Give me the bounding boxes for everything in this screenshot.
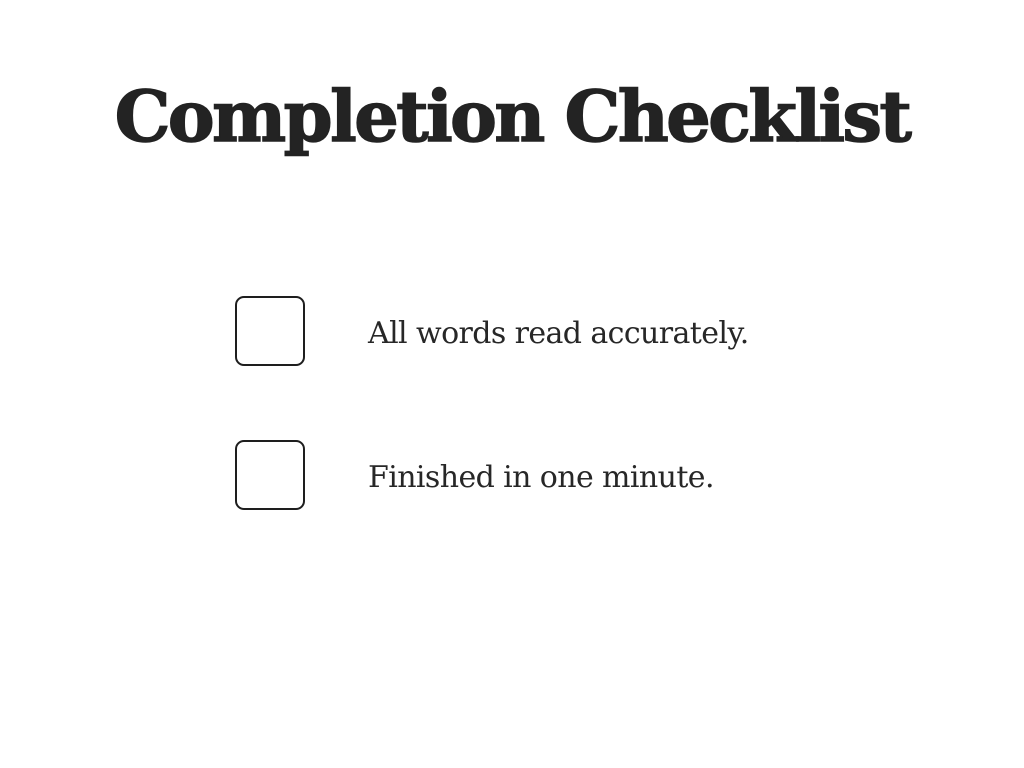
page-title: Completion Checklist — [114, 74, 913, 159]
checklist-item-label: Finished in one minute. — [368, 460, 715, 495]
checklist-item-label: All words read accurately. — [368, 316, 749, 351]
checklist-page: Completion Checklist All words read accu… — [0, 0, 1024, 768]
checkbox-all-words-read[interactable] — [235, 296, 305, 366]
checklist-item: All words read accurately. — [235, 296, 915, 370]
checklist-item: Finished in one minute. — [235, 440, 915, 514]
checkbox-finished-in-one-minute[interactable] — [235, 440, 305, 510]
